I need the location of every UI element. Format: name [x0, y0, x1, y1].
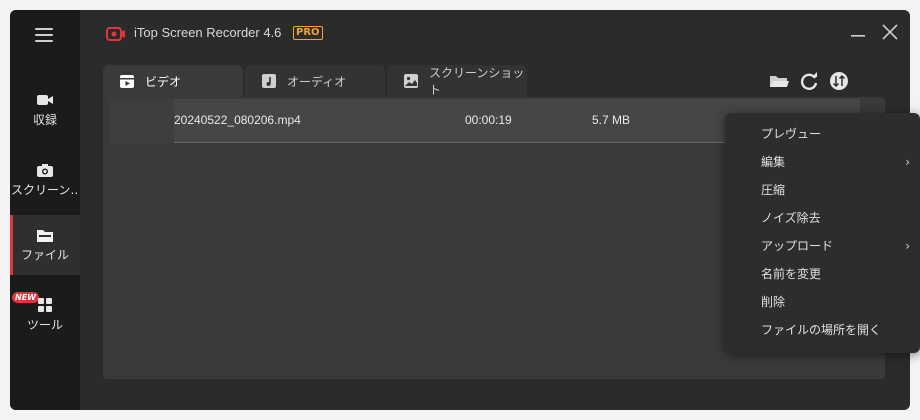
menu-item-open-location[interactable]: ファイルの場所を開く: [725, 316, 920, 344]
menu-item-label: ファイルの場所を開く: [761, 323, 882, 337]
file-size: 5.7 MB: [592, 113, 631, 127]
video-thumbnail: [110, 99, 174, 143]
camera-icon: [35, 162, 55, 178]
sidebar-item-label: ツール: [26, 318, 63, 332]
sidebar-item-files[interactable]: ファイル: [10, 215, 80, 275]
menu-item-edit[interactable]: 編集 ›: [725, 148, 920, 176]
menu-item-preview[interactable]: プレヴュー: [725, 120, 920, 148]
menu-item-compress[interactable]: 圧縮: [725, 176, 920, 204]
menu-item-denoise[interactable]: ノイズ除去: [725, 204, 920, 232]
menu-item-rename[interactable]: 名前を変更: [725, 260, 920, 288]
menu-item-label: アップロード: [761, 239, 834, 253]
sidebar-item-label: 収録: [32, 113, 57, 127]
tab-audio[interactable]: オーディオ: [245, 65, 385, 97]
minimize-icon[interactable]: [848, 22, 868, 42]
sidebar-item-label: ファイル: [20, 248, 69, 262]
tab-screenshot[interactable]: スクリーンショット: [387, 65, 527, 97]
refresh-icon[interactable]: [798, 70, 820, 92]
menu-item-delete[interactable]: 削除: [725, 288, 920, 316]
tab-label: スクリーンショット: [429, 66, 525, 97]
sidebar-item-record[interactable]: 収録: [10, 80, 80, 140]
music-note-icon: [261, 73, 277, 89]
open-folder-icon[interactable]: [768, 70, 790, 92]
file-name: 20240522_080206.mp4: [174, 113, 301, 127]
tab-label: ビデオ: [145, 74, 182, 89]
sidebar: 収録 スクリーン… ファイル NEW ツール: [10, 10, 80, 410]
menu-item-label: ノイズ除去: [761, 211, 821, 225]
menu-item-label: 圧縮: [761, 183, 786, 197]
file-duration: 00:00:19: [465, 113, 512, 127]
context-menu: プレヴュー 編集 › 圧縮 ノイズ除去 アップロード › 名前を変更 削除 ファイル…: [725, 113, 920, 353]
video-camera-icon: [35, 92, 55, 108]
grid-icon: [35, 297, 55, 313]
hamburger-menu-icon[interactable]: [35, 28, 55, 42]
video-clapper-icon: [119, 73, 135, 89]
chevron-right-icon: ›: [905, 239, 910, 253]
close-icon[interactable]: [880, 22, 900, 42]
app-title: iTop Screen Recorder 4.6: [134, 25, 282, 40]
sidebar-item-tools[interactable]: NEW ツール: [10, 285, 80, 345]
sidebar-item-label: スクリーン…: [11, 183, 79, 197]
menu-item-label: 名前を変更: [761, 267, 822, 281]
tab-video[interactable]: ビデオ: [103, 65, 243, 97]
menu-item-label: 削除: [761, 295, 786, 309]
tab-label: オーディオ: [287, 74, 347, 89]
sort-icon[interactable]: [828, 70, 850, 92]
chevron-right-icon: ›: [905, 155, 910, 169]
menu-item-label: プレヴュー: [761, 127, 822, 141]
app-logo-icon: [106, 26, 126, 41]
pro-badge: PRO: [293, 26, 323, 40]
menu-item-label: 編集: [761, 155, 786, 169]
image-icon: [403, 73, 419, 89]
folder-icon: [35, 227, 55, 243]
sidebar-item-screenshot[interactable]: スクリーン…: [10, 150, 80, 210]
menu-item-upload[interactable]: アップロード ›: [725, 232, 920, 260]
